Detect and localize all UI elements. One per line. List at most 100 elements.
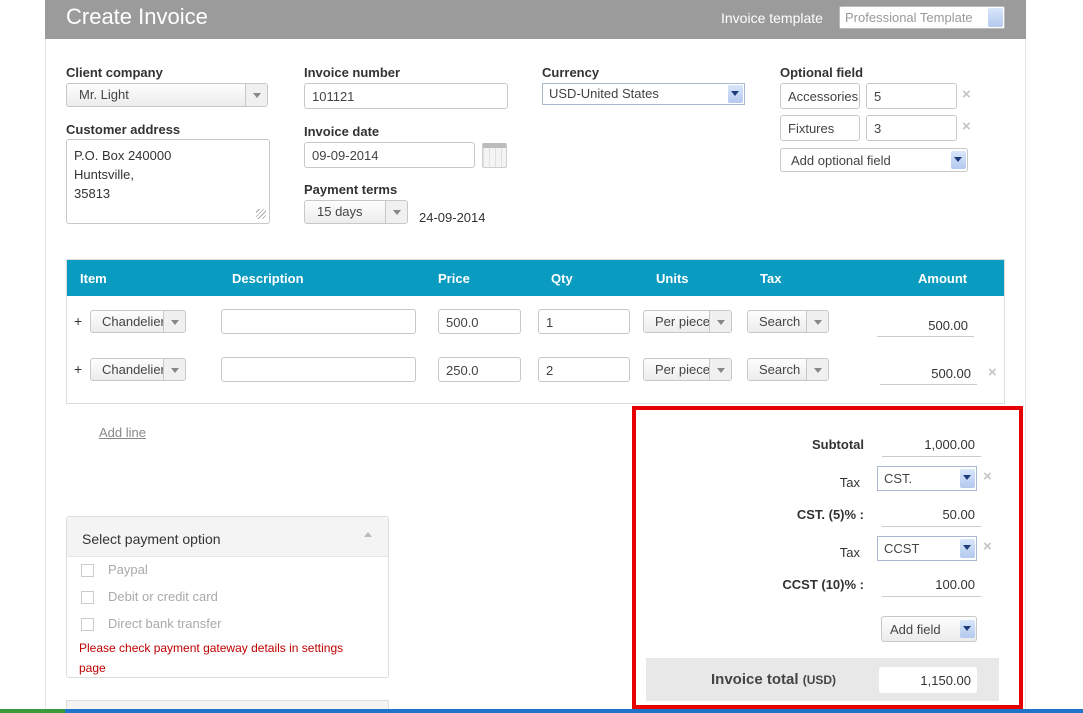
optional-field-name-input[interactable]: Accessories [780, 83, 860, 109]
chevron-down-icon [960, 620, 975, 638]
address-line: P.O. Box 240000 [74, 148, 172, 163]
item-value: Chandeliers [102, 362, 172, 377]
tax-type-select[interactable]: CST. [877, 466, 977, 491]
tax-type-select[interactable]: CCST [877, 536, 977, 561]
payment-terms-label: Payment terms [304, 182, 398, 197]
client-company-label: Client company [66, 65, 163, 80]
currency-select[interactable]: USD-United States [542, 83, 745, 105]
chevron-down-icon [163, 311, 185, 332]
tax-select[interactable]: Search [747, 358, 829, 381]
chevron-down-icon [709, 311, 731, 332]
tax-value: Search [759, 314, 801, 329]
payment-terms-value: 15 days [317, 204, 363, 219]
paypal-checkbox[interactable] [81, 564, 94, 577]
price-input[interactable]: 250.0 [438, 357, 521, 382]
due-date-text: 24-09-2014 [419, 210, 486, 225]
tax-select[interactable]: Search [747, 310, 829, 333]
subtotal-value: 1,000.00 [882, 433, 981, 457]
customer-address-textarea[interactable]: P.O. Box 240000 Huntsville, 35813 [66, 139, 270, 224]
col-description: Description [232, 271, 304, 286]
units-select[interactable]: Per piece [643, 358, 732, 381]
qty-input[interactable]: 2 [538, 357, 630, 382]
optional-field-name-input[interactable]: Fixtures [780, 115, 860, 141]
invoice-template-value: Professional Template [845, 10, 973, 25]
chevron-down-icon [728, 85, 743, 103]
remove-tax-icon[interactable]: × [983, 468, 992, 485]
card-option-label: Debit or credit card [108, 589, 218, 604]
chevron-down-icon [245, 84, 267, 106]
col-amount: Amount [918, 271, 968, 286]
col-price: Price [438, 271, 470, 286]
col-units: Units [656, 271, 689, 286]
payment-options-header[interactable]: Select payment option [67, 517, 388, 557]
tax-line-value: 50.00 [882, 503, 981, 527]
tax-type-value: CCST [884, 541, 920, 556]
remove-field-icon[interactable]: × [962, 118, 971, 135]
invoice-total-label-text: Invoice total [711, 671, 799, 688]
item-select[interactable]: Chandeliers [90, 358, 186, 381]
units-select[interactable]: Per piece [643, 310, 732, 333]
add-field-select[interactable]: Add field [881, 616, 977, 642]
add-optional-field-value: Add optional field [791, 153, 891, 168]
payment-terms-select[interactable]: 15 days [304, 200, 408, 224]
tax-line-label: CST. (5)% : [796, 507, 864, 522]
invoice-template-label: Invoice template [721, 10, 823, 26]
add-line-link[interactable]: Add line [99, 425, 146, 440]
remove-row-icon[interactable]: × [988, 364, 997, 381]
amount-value: 500.00 [880, 359, 977, 385]
invoice-number-input[interactable]: 101121 [304, 83, 508, 109]
page-title: Create Invoice [66, 4, 208, 29]
invoice-total-value: 1,150.00 [879, 667, 977, 693]
description-input[interactable] [221, 309, 416, 334]
invoice-date-label: Invoice date [304, 124, 380, 139]
expand-row-icon[interactable]: + [74, 361, 82, 377]
chevron-down-icon [960, 469, 975, 488]
calendar-icon[interactable] [482, 143, 507, 168]
tax-label: Tax [839, 545, 860, 560]
bank-transfer-checkbox[interactable] [81, 618, 94, 631]
tax-value: Search [759, 362, 801, 377]
invoice-total-label: Invoice total (USD) [711, 671, 836, 688]
address-line: 35813 [74, 186, 111, 201]
chevron-down-icon [163, 359, 185, 380]
add-field-value: Add field [890, 622, 941, 637]
description-input[interactable] [221, 357, 416, 382]
bank-transfer-option-label: Direct bank transfer [108, 616, 222, 631]
resize-handle-icon[interactable] [256, 209, 266, 219]
col-item: Item [80, 271, 107, 286]
col-tax: Tax [760, 271, 782, 286]
remove-tax-icon[interactable]: × [983, 538, 992, 555]
address-line: Huntsville, [74, 167, 134, 182]
customer-address-label: Customer address [66, 122, 181, 137]
client-company-select[interactable]: Mr. Light [66, 83, 268, 107]
price-input[interactable]: 500.0 [438, 309, 521, 334]
tax-type-value: CST. [884, 471, 913, 486]
collapse-icon[interactable] [364, 532, 372, 537]
qty-input[interactable]: 1 [538, 309, 630, 334]
add-optional-field-select[interactable]: Add optional field [780, 148, 968, 172]
item-value: Chandeliers [102, 314, 172, 329]
page-header: Create Invoice Invoice template Professi… [45, 0, 1026, 39]
paypal-option-label: Paypal [108, 562, 148, 577]
chevron-down-icon [806, 359, 828, 380]
currency-value: USD-United States [549, 86, 659, 101]
amount-value: 500.00 [877, 311, 974, 337]
invoice-template-select[interactable]: Professional Template [839, 6, 1005, 29]
chevron-down-icon [385, 201, 407, 223]
expand-row-icon[interactable]: + [74, 313, 82, 329]
units-value: Per piece [655, 314, 710, 329]
chevron-down-icon [806, 311, 828, 332]
table-header: Item Description Price Qty Units Tax Amo… [67, 260, 1004, 296]
invoice-date-input[interactable]: 09-09-2014 [304, 142, 475, 168]
subtotal-label: Subtotal [812, 437, 864, 452]
chevron-down-icon [709, 359, 731, 380]
col-qty: Qty [551, 271, 573, 286]
remove-field-icon[interactable]: × [962, 86, 971, 103]
card-checkbox[interactable] [81, 591, 94, 604]
units-value: Per piece [655, 362, 710, 377]
item-select[interactable]: Chandeliers [90, 310, 186, 333]
invoice-total-currency: (USD) [802, 673, 837, 687]
optional-field-value-input[interactable]: 3 [866, 115, 957, 141]
optional-field-value-input[interactable]: 5 [866, 83, 957, 109]
currency-label: Currency [542, 65, 600, 80]
